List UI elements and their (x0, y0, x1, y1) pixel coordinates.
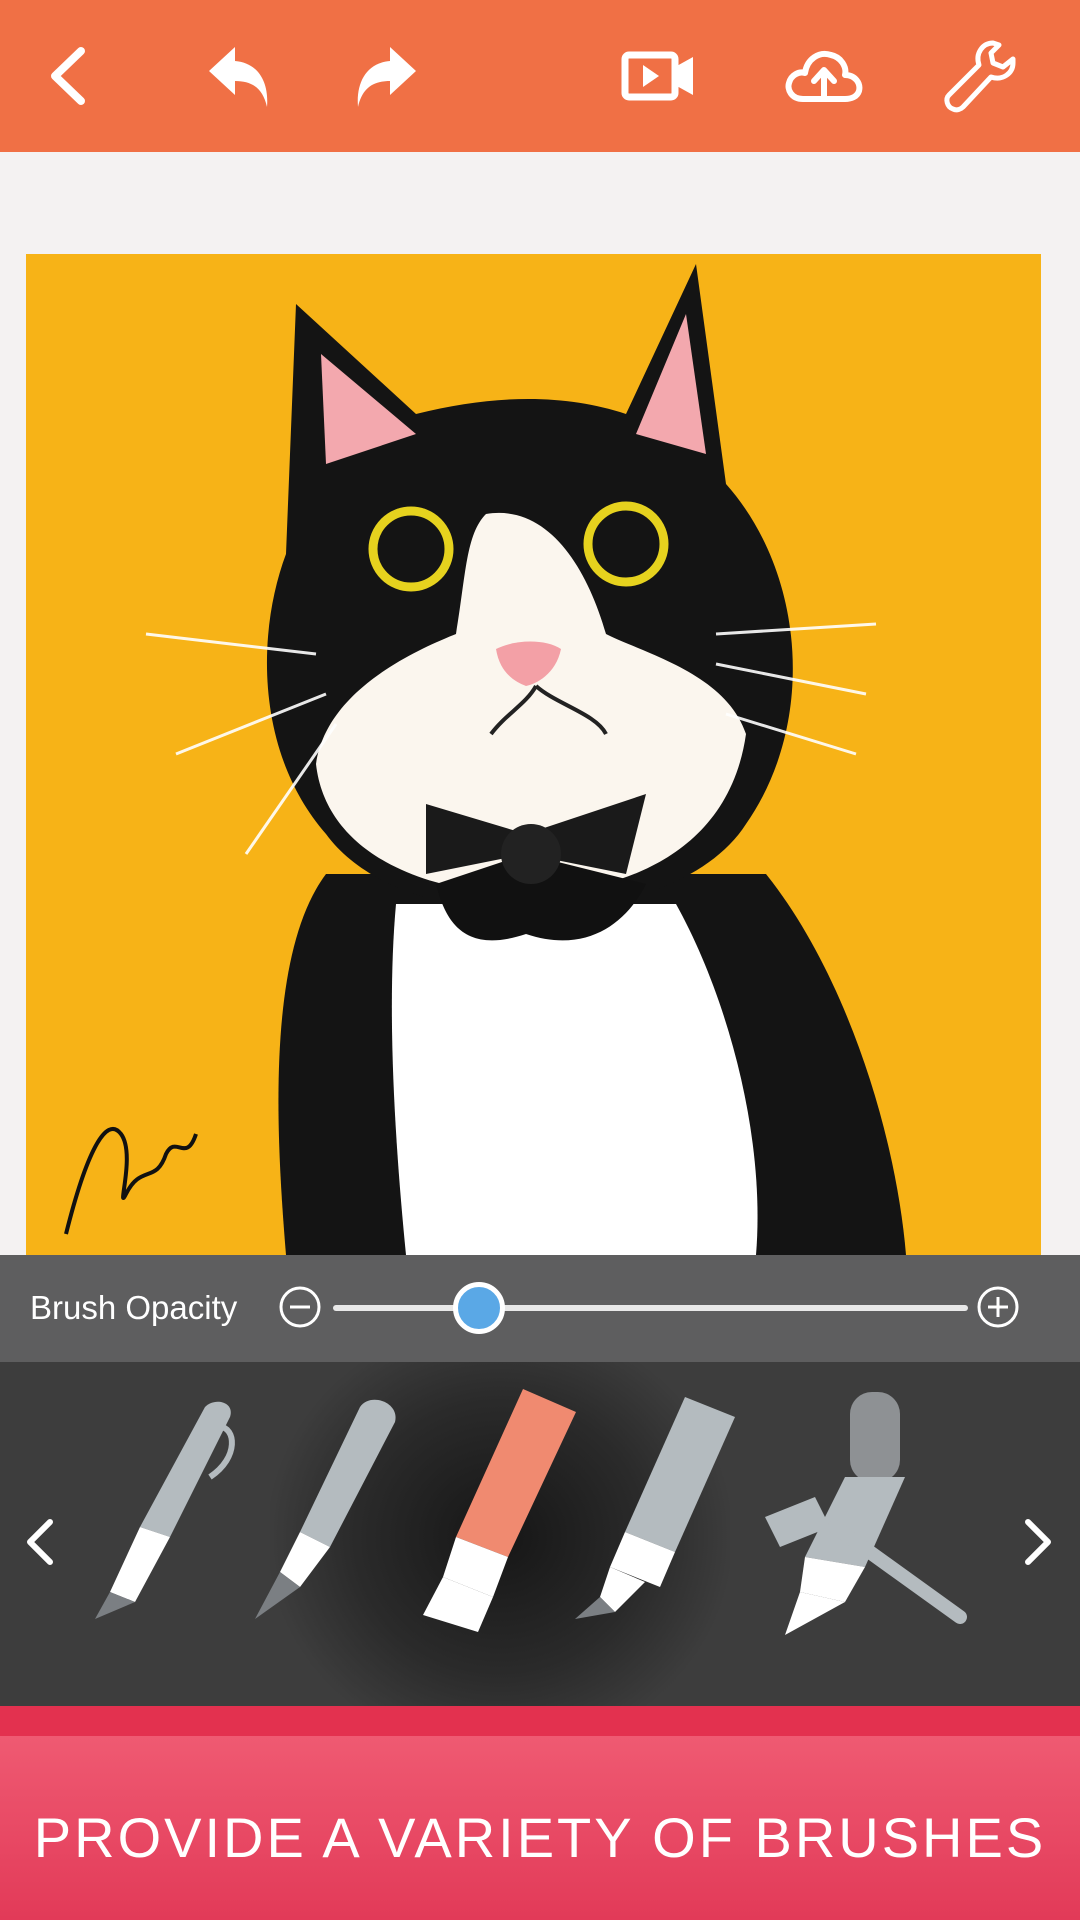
opacity-slider-knob[interactable] (453, 1282, 506, 1334)
pen-brush-icon (95, 1401, 235, 1619)
redo-button[interactable] (345, 36, 425, 116)
back-icon (51, 47, 85, 105)
brush-pencil[interactable] (240, 1387, 420, 1627)
brush-opacity-bar: Brush Opacity (0, 1255, 1080, 1362)
brush-opacity-label: Brush Opacity (30, 1289, 238, 1326)
cloud-upload-icon (785, 51, 863, 102)
video-record-icon (621, 51, 693, 101)
plus-circle-icon[interactable] (976, 1285, 1020, 1329)
marker-brush-icon (423, 1389, 576, 1632)
cat-artwork-image (26, 254, 1041, 1255)
brush-pen[interactable] (80, 1387, 260, 1627)
brush-airbrush[interactable] (745, 1387, 975, 1637)
wrench-settings-icon (944, 40, 1016, 113)
brush-prev-arrow-icon[interactable] (20, 1517, 60, 1567)
brush-tray (0, 1362, 1080, 1706)
redo-icon (357, 47, 416, 107)
highlighter-brush-icon (575, 1397, 735, 1619)
back-button[interactable] (30, 36, 110, 116)
record-video-button[interactable] (620, 36, 700, 116)
upload-button[interactable] (784, 36, 864, 116)
settings-button[interactable] (940, 36, 1020, 116)
banner-stripe (0, 1706, 1080, 1736)
promo-banner: PROVIDE A VARIETY OF BRUSHES (0, 1736, 1080, 1920)
minus-circle-icon[interactable] (278, 1285, 322, 1329)
undo-icon (209, 47, 268, 107)
opacity-slider-track[interactable] (333, 1305, 968, 1311)
banner-text: PROVIDE A VARIETY OF BRUSHES (33, 1805, 1047, 1869)
brush-highlighter[interactable] (565, 1387, 745, 1627)
pencil-brush-icon (255, 1399, 396, 1619)
brush-marker-selected[interactable] (398, 1387, 588, 1637)
airbrush-brush-icon (765, 1392, 967, 1635)
top-toolbar (0, 0, 1080, 152)
drawing-canvas[interactable] (26, 254, 1041, 1255)
undo-button[interactable] (200, 36, 280, 116)
brush-next-arrow-icon[interactable] (1018, 1517, 1058, 1567)
